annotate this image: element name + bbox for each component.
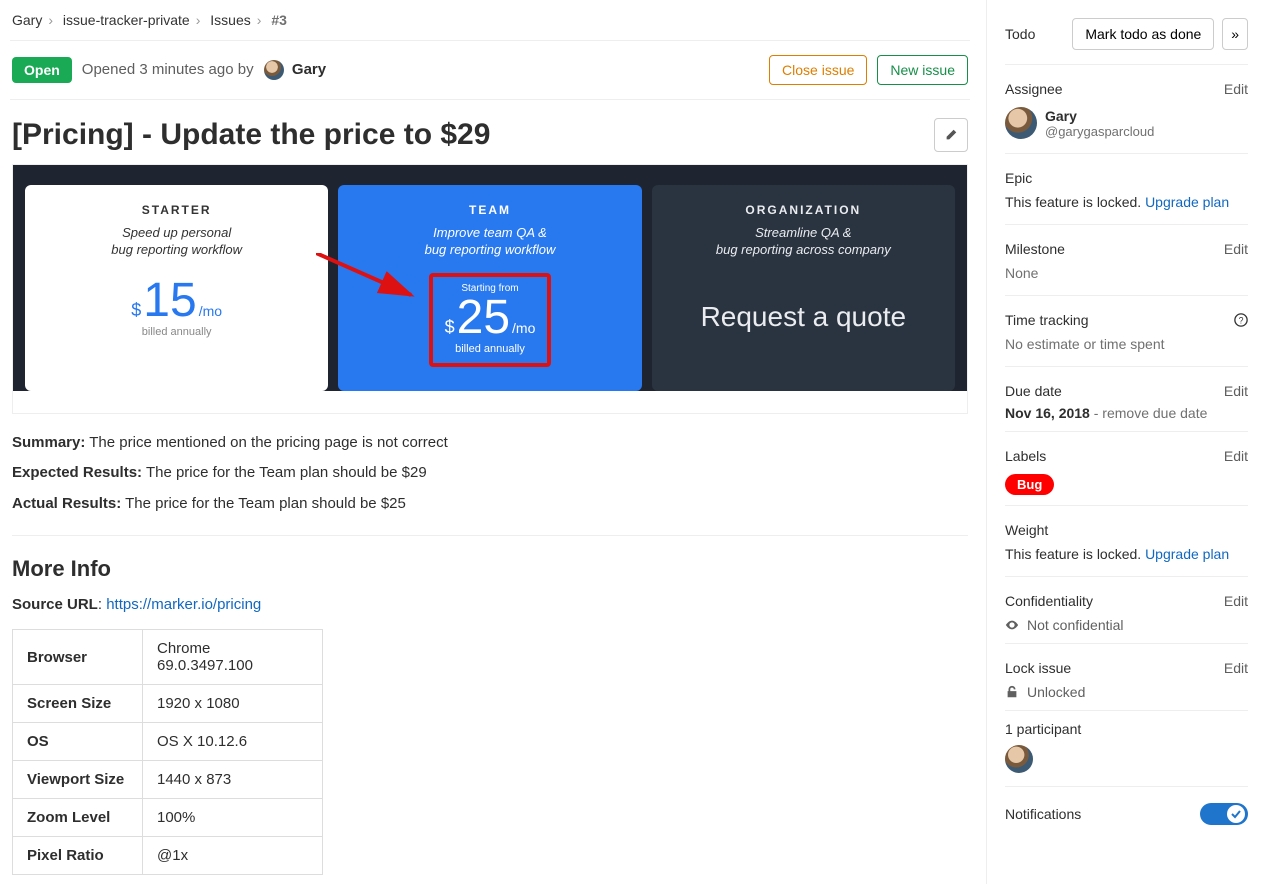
- milestone-edit[interactable]: Edit: [1224, 241, 1248, 257]
- issue-description: Summary: The price mentioned on the pric…: [10, 432, 970, 516]
- breadcrumb-issue-num: #3: [271, 12, 287, 28]
- breadcrumb: Gary› issue-tracker-private› Issues› #3: [10, 12, 970, 41]
- issue-header: Open Opened 3 minutes ago by Gary Close …: [10, 41, 970, 100]
- time-tracking-value: No estimate or time spent: [1005, 334, 1248, 356]
- labels-edit[interactable]: Edit: [1224, 448, 1248, 464]
- table-row: Zoom Level100%: [13, 799, 323, 837]
- annotation-arrow-icon: [316, 253, 426, 313]
- notifications-toggle[interactable]: [1200, 803, 1248, 825]
- author-avatar[interactable]: [264, 60, 284, 80]
- assignee-name: Gary: [1045, 108, 1154, 124]
- lock-issue-title: Lock issue: [1005, 660, 1071, 676]
- annotation-highlight: Starting from $25/mo billed annually: [429, 273, 552, 367]
- due-date-edit[interactable]: Edit: [1224, 383, 1248, 399]
- epic-upgrade-link[interactable]: Upgrade plan: [1145, 194, 1229, 210]
- plan-organization: ORGANIZATION Streamline QA &bug reportin…: [652, 185, 955, 391]
- confidentiality-title: Confidentiality: [1005, 593, 1093, 609]
- breadcrumb-repo[interactable]: issue-tracker-private: [63, 12, 190, 28]
- lock-issue-edit[interactable]: Edit: [1224, 660, 1248, 676]
- table-row: OSOS X 10.12.6: [13, 723, 323, 761]
- time-tracking-title: Time tracking: [1005, 312, 1089, 328]
- more-info-heading: More Info: [12, 556, 968, 582]
- table-row: Viewport Size1440 x 873: [13, 761, 323, 799]
- milestone-title: Milestone: [1005, 241, 1065, 257]
- svg-text:?: ?: [1239, 316, 1244, 326]
- status-badge: Open: [12, 57, 72, 83]
- check-icon: [1231, 809, 1241, 819]
- epic-title: Epic: [1005, 170, 1032, 186]
- due-date-value: Nov 16, 2018: [1005, 405, 1090, 421]
- assignee-edit[interactable]: Edit: [1224, 81, 1248, 97]
- due-date-title: Due date: [1005, 383, 1062, 399]
- notifications-title: Notifications: [1005, 806, 1081, 822]
- eye-icon: [1005, 618, 1019, 632]
- assignee-handle: @garygasparcloud: [1045, 124, 1154, 139]
- participant-avatar[interactable]: [1005, 745, 1033, 773]
- close-issue-button[interactable]: Close issue: [769, 55, 867, 85]
- lock-issue-value: Unlocked: [1027, 684, 1085, 700]
- pencil-icon: [944, 128, 958, 142]
- issue-title: [Pricing] - Update the price to $29: [12, 118, 934, 152]
- assignee-avatar[interactable]: [1005, 107, 1037, 139]
- new-issue-button[interactable]: New issue: [877, 55, 968, 85]
- opened-text: Opened 3 minutes ago by Gary: [82, 60, 326, 80]
- edit-title-button[interactable]: [934, 118, 968, 152]
- unlock-icon: [1005, 685, 1019, 699]
- breadcrumb-owner[interactable]: Gary: [12, 12, 42, 28]
- breadcrumb-section[interactable]: Issues: [210, 12, 250, 28]
- table-row: BrowserChrome 69.0.3497.100: [13, 630, 323, 685]
- mark-todo-done-button[interactable]: Mark todo as done: [1072, 18, 1214, 50]
- remove-due-date-link[interactable]: remove due date: [1102, 405, 1207, 421]
- milestone-value: None: [1005, 263, 1248, 285]
- collapse-sidebar-button[interactable]: »: [1222, 18, 1248, 50]
- attached-screenshot: STARTER Speed up personalbug reporting w…: [12, 164, 968, 414]
- author-name[interactable]: Gary: [292, 61, 326, 78]
- env-table: BrowserChrome 69.0.3497.100 Screen Size1…: [12, 629, 323, 875]
- label-bug[interactable]: Bug: [1005, 474, 1054, 495]
- source-url-link[interactable]: https://marker.io/pricing: [106, 596, 261, 613]
- assignee-title: Assignee: [1005, 81, 1063, 97]
- participants-count: 1 participant: [1005, 721, 1248, 737]
- labels-title: Labels: [1005, 448, 1046, 464]
- weight-title: Weight: [1005, 522, 1048, 538]
- plan-starter: STARTER Speed up personalbug reporting w…: [25, 185, 328, 391]
- confidentiality-edit[interactable]: Edit: [1224, 593, 1248, 609]
- todo-label: Todo: [1005, 26, 1035, 42]
- plan-team: TEAM Improve team QA &bug reporting work…: [338, 185, 641, 391]
- help-icon[interactable]: ?: [1234, 313, 1248, 327]
- table-row: Screen Size1920 x 1080: [13, 685, 323, 723]
- table-row: Pixel Ratio@1x: [13, 837, 323, 875]
- weight-upgrade-link[interactable]: Upgrade plan: [1145, 546, 1229, 562]
- issue-sidebar: Todo Mark todo as done » Assignee Edit Ga…: [986, 0, 1266, 884]
- confidentiality-value: Not confidential: [1027, 617, 1124, 633]
